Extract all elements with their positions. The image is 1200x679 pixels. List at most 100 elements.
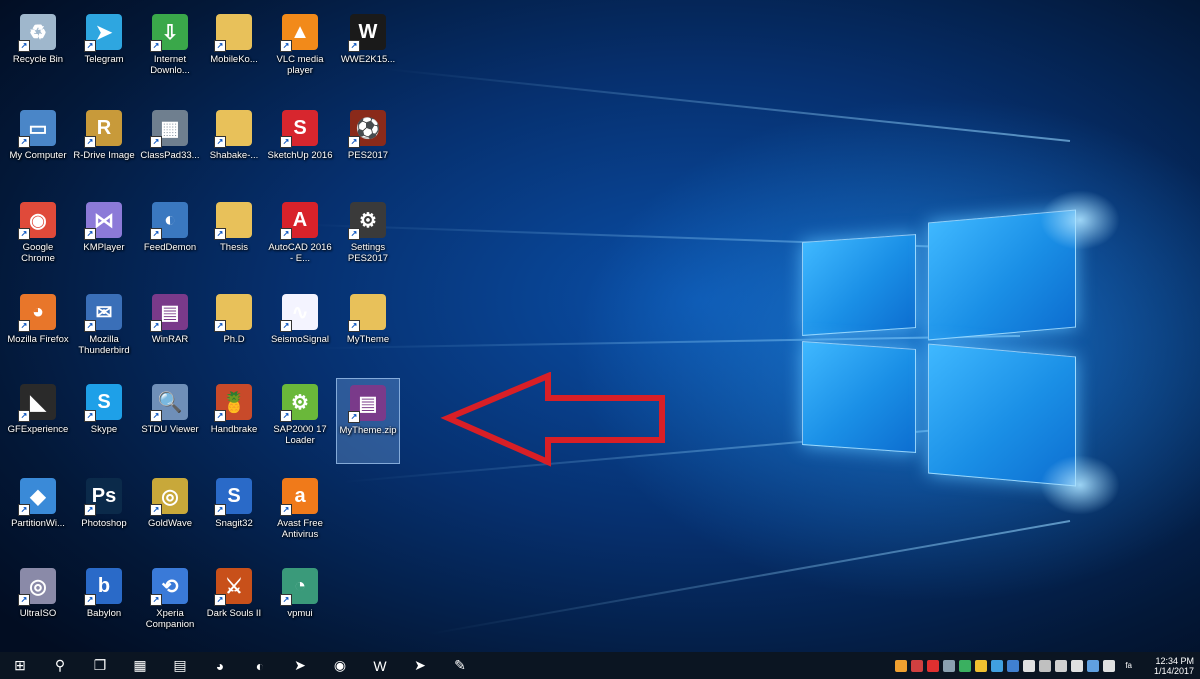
desktop-icon-label: FeedDemon: [143, 242, 197, 253]
tray-icon[interactable]: [943, 659, 956, 672]
snagit-icon: S ↗: [214, 478, 252, 516]
desktop-icon[interactable]: ◆ ↗ PartitionWi...: [6, 472, 70, 558]
desktop-icon-label: VLC media player: [276, 54, 324, 76]
desktop-icon[interactable]: ◔ ↗ vpmui: [268, 562, 332, 648]
shortcut-arrow-icon: ↗: [84, 410, 96, 422]
desktop-icon-label: UltraISO: [19, 608, 57, 619]
tray-icon[interactable]: [927, 659, 940, 672]
desktop-icon[interactable]: ⚽ ↗ PES2017: [336, 104, 400, 190]
tray-icon[interactable]: [975, 659, 988, 672]
desktop-icon[interactable]: S ↗ Snagit32: [202, 472, 266, 558]
desktop-icon-label: PartitionWi...: [11, 518, 65, 529]
desktop-icon[interactable]: Ps ↗ Photoshop: [72, 472, 136, 558]
geforce-experience-icon: ◣ ↗: [18, 384, 56, 422]
taskbar-clock[interactable]: 12:34 PM 1/14/2017: [1132, 656, 1200, 676]
desktop-icon[interactable]: ◎ ↗ GoldWave: [138, 472, 202, 558]
desktop-icon[interactable]: ↗ Thesis: [202, 196, 266, 282]
shortcut-arrow-icon: ↗: [18, 594, 30, 606]
tray-icon[interactable]: [911, 659, 924, 672]
desktop-icon[interactable]: ∿ ↗ SeismoSignal: [268, 288, 332, 374]
shortcut-arrow-icon: ↗: [280, 594, 292, 606]
telegram-icon[interactable]: ➤: [400, 652, 440, 679]
desktop-icon[interactable]: ◕ ↗ Mozilla Firefox: [6, 288, 70, 374]
desktop-icon[interactable]: ↗ Ph.D: [202, 288, 266, 374]
shortcut-arrow-icon: ↗: [214, 594, 226, 606]
desktop-icon[interactable]: ↗ MobileKo...: [202, 8, 266, 94]
file-explorer-icon[interactable]: ▤: [160, 652, 200, 679]
desktop-icon[interactable]: ⚙ ↗ SAP2000 17 Loader: [268, 378, 332, 464]
tray-icon[interactable]: [991, 659, 1004, 672]
tray-icon[interactable]: [1071, 659, 1084, 672]
desktop-icon[interactable]: W ↗ WWE2K15...: [336, 8, 400, 94]
desktop-icon-label: Google Chrome: [21, 242, 55, 264]
windows-logo-pane-bl: [802, 341, 916, 453]
desktop-icon[interactable]: 🔍 ↗ STDU Viewer: [138, 378, 202, 464]
desktop-icon[interactable]: S ↗ SketchUp 2016: [268, 104, 332, 190]
desktop-icon[interactable]: ▭ ↗ My Computer: [6, 104, 70, 190]
word-icon[interactable]: W: [360, 652, 400, 679]
shortcut-arrow-icon: ↗: [348, 320, 360, 332]
desktop-icon[interactable]: b ↗ Babylon: [72, 562, 136, 648]
desktop-icon[interactable]: S ↗ Skype: [72, 378, 136, 464]
tray-icon[interactable]: [1039, 659, 1052, 672]
desktop-icon[interactable]: ▤ ↗ WinRAR: [138, 288, 202, 374]
desktop-icon[interactable]: ⋈ ↗ KMPlayer: [72, 196, 136, 282]
desktop-icon[interactable]: ⚙ ↗ Settings PES2017: [336, 196, 400, 282]
desktop-icon[interactable]: ◐ ↗ FeedDemon: [138, 196, 202, 282]
desktop-icon[interactable]: ✉ ↗ Mozilla Thunderbird: [72, 288, 136, 374]
desktop-icon[interactable]: ↗ Shabake-...: [202, 104, 266, 190]
desktop-icon[interactable]: ▲ ↗ VLC media player: [268, 8, 332, 94]
desktop-icon[interactable]: a ↗ Avast Free Antivirus: [268, 472, 332, 558]
desktop-icon-label: Ph.D: [223, 334, 245, 345]
thunderbird-icon[interactable]: ◐: [240, 652, 280, 679]
language-indicator[interactable]: fa: [1125, 661, 1132, 670]
tray-icon[interactable]: [1023, 659, 1036, 672]
desktop-icon-label: Mozilla Thunderbird: [78, 334, 130, 356]
shortcut-arrow-icon: ↗: [84, 320, 96, 332]
desktop-icon[interactable]: ⇩ ↗ Internet Downlo...: [138, 8, 202, 94]
chrome-icon: ◉ ↗: [18, 202, 56, 240]
desktop-icon[interactable]: R ↗ R-Drive Image: [72, 104, 136, 190]
windows-start-icon[interactable]: ⊞: [0, 652, 40, 679]
desktop-icon[interactable]: ➤ ↗ Telegram: [72, 8, 136, 94]
desktop-icon[interactable]: ↗ MyTheme: [336, 288, 400, 374]
tray-icon[interactable]: [1087, 659, 1100, 672]
recycle-bin-icon: ♻ ↗: [18, 14, 56, 52]
desktop-icon[interactable]: ♻ ↗ Recycle Bin: [6, 8, 70, 94]
chrome-icon[interactable]: ◉: [320, 652, 360, 679]
shortcut-arrow-icon: ↗: [348, 228, 360, 240]
desktop-icon-label: SketchUp 2016: [267, 150, 333, 161]
folder-icon: ↗: [214, 110, 252, 148]
shortcut-arrow-icon: ↗: [348, 411, 360, 423]
desktop-icon[interactable]: ▦ ↗ ClassPad33...: [138, 104, 202, 190]
tray-icon[interactable]: [1103, 659, 1116, 672]
kmplayer-icon: ⋈ ↗: [84, 202, 122, 240]
telegram-icon[interactable]: ➤: [280, 652, 320, 679]
internet-download-manager-icon: ⇩ ↗: [150, 14, 188, 52]
tray-icon[interactable]: [895, 659, 908, 672]
shortcut-arrow-icon: ↗: [150, 320, 162, 332]
desktop-icon[interactable]: ⚔ ↗ Dark Souls II: [202, 562, 266, 648]
desktop-icon[interactable]: ◉ ↗ Google Chrome: [6, 196, 70, 282]
tray-icon[interactable]: [959, 659, 972, 672]
tool-icon[interactable]: ✎: [440, 652, 480, 679]
task-view-icon[interactable]: ❐: [80, 652, 120, 679]
explorer-icon[interactable]: ▦: [120, 652, 160, 679]
tray-icon[interactable]: [1007, 659, 1020, 672]
desktop-icon-label: Dark Souls II: [206, 608, 262, 619]
desktop-icon-label: KMPlayer: [83, 242, 125, 253]
desktop-icon[interactable]: 🍍 ↗ Handbrake: [202, 378, 266, 464]
desktop-icon[interactable]: ⟲ ↗ Xperia Companion: [138, 562, 202, 648]
shortcut-arrow-icon: ↗: [18, 228, 30, 240]
edge-icon[interactable]: ◕: [200, 652, 240, 679]
shortcut-arrow-icon: ↗: [150, 136, 162, 148]
desktop-icon-label: Photoshop: [81, 518, 127, 529]
desktop-icon[interactable]: ◣ ↗ GFExperience: [6, 378, 70, 464]
tray-icon[interactable]: [1055, 659, 1068, 672]
desktop-icon[interactable]: A ↗ AutoCAD 2016 - E...: [268, 196, 332, 282]
desktop-icon[interactable]: ▤ ↗ MyTheme.zip: [336, 378, 400, 464]
desktop-icon-label: Babylon: [86, 608, 122, 619]
taskbar-pinned-apps: ⊞ ⚲ ❐ ▦ ▤ ◕ ◐ ➤ ◉ W ➤ ✎: [0, 652, 480, 679]
search-icon[interactable]: ⚲: [40, 652, 80, 679]
desktop-icon[interactable]: ◎ ↗ UltraISO: [6, 562, 70, 648]
